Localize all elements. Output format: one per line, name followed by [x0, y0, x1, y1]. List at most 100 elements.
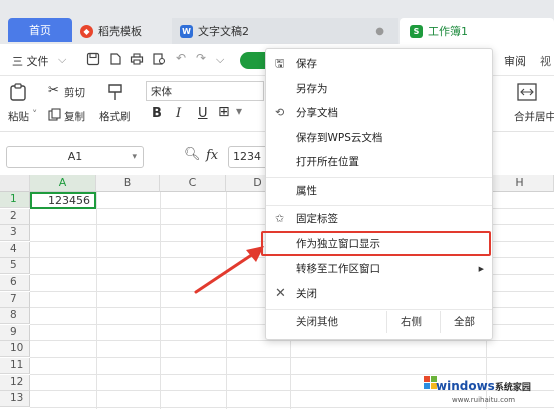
menu-item-close-label: 关闭	[296, 288, 317, 300]
close-all-button[interactable]: 全部	[454, 311, 475, 333]
cut-button[interactable]: 剪切	[64, 85, 85, 100]
row-header[interactable]: 1	[0, 192, 30, 208]
menu-item-close[interactable]: ✕ 关闭	[266, 283, 492, 305]
select-all-corner[interactable]	[0, 175, 30, 192]
column-header[interactable]: C	[160, 175, 226, 192]
menu-item-save-as[interactable]: 另存为	[266, 78, 492, 100]
format-painter-icon[interactable]	[104, 82, 126, 102]
menu-item-save-cloud-label: 保存到WPS云文档	[296, 132, 383, 144]
grid-row-line	[30, 340, 554, 342]
cell-a1[interactable]: 123456	[30, 192, 96, 209]
copy-icon[interactable]	[48, 108, 61, 121]
row-header[interactable]: 8	[0, 308, 30, 325]
merge-center-icon[interactable]	[516, 82, 538, 102]
paste-icon[interactable]	[8, 82, 28, 102]
redo-icon[interactable]: ↷	[196, 51, 206, 65]
export-pdf-icon[interactable]	[108, 52, 122, 66]
tab-daoke-template[interactable]: ◆ 稻壳模板	[74, 18, 170, 44]
row-header[interactable]: 11	[0, 358, 30, 374]
split-divider	[440, 311, 441, 333]
font-name-select[interactable]: 宋体	[146, 81, 264, 101]
row-header[interactable]: 12	[0, 374, 30, 391]
fill-color-icon[interactable]: ▾	[236, 104, 242, 118]
view-tab-partial[interactable]: 视	[540, 53, 551, 69]
split-divider	[386, 311, 387, 333]
name-box-chevron-icon[interactable]: ▾	[132, 147, 137, 167]
close-right-button[interactable]: 右侧	[401, 311, 422, 333]
menu-item-pin-tab-label: 固定标签	[296, 213, 338, 225]
share-icon: ⟲	[275, 106, 285, 119]
menu-item-properties[interactable]: 属性	[266, 180, 492, 202]
grid-col-line	[160, 192, 161, 409]
menu-item-open-location[interactable]: 打开所在位置	[266, 151, 492, 173]
print-icon[interactable]	[130, 52, 144, 66]
paste-chevron-icon[interactable]: ˅	[32, 109, 37, 121]
tab-context-menu: 🖫 保存 另存为 ⟲ 分享文档 保存到WPS云文档 打开所在位置 属性 ✩ 固定…	[265, 48, 493, 340]
watermark-suffix: 系统家园	[494, 383, 531, 393]
fx-icon[interactable]: fx	[206, 148, 218, 163]
tab-document-label: 文字文稿2	[198, 25, 249, 38]
quick-access-chevron-icon[interactable]: ⌵	[216, 53, 224, 67]
merge-center-label[interactable]: 合并居中	[514, 109, 554, 124]
grid-col-line	[226, 192, 227, 409]
row-header[interactable]: 2	[0, 208, 30, 225]
menu-item-share[interactable]: ⟲ 分享文档	[266, 102, 492, 124]
menu-item-move-to-workspace[interactable]: 转移至工作区窗口 ▶	[266, 258, 492, 280]
file-menu-chevron-icon[interactable]: ⌵	[58, 53, 66, 67]
row-header[interactable]: 10	[0, 341, 30, 358]
name-box-value: A1	[67, 150, 83, 163]
row-header[interactable]: 9	[0, 324, 30, 341]
paste-label[interactable]: 粘贴	[8, 109, 29, 124]
watermark-url: www.ruihaitu.com	[452, 396, 516, 404]
column-header[interactable]: A	[30, 175, 96, 192]
row-header[interactable]: 7	[0, 291, 30, 308]
menu-item-save[interactable]: 🖫 保存	[266, 53, 492, 75]
menu-separator	[266, 177, 492, 178]
format-painter-label[interactable]: 格式刷	[99, 109, 131, 124]
title-tab-bar: 首页 ◆ 稻壳模板 W 文字文稿2 ● S 工作簿1	[0, 0, 554, 44]
row-header[interactable]: 3	[0, 225, 30, 242]
tab-workbook[interactable]: S 工作簿1	[400, 18, 554, 44]
underline-button[interactable]: U	[198, 106, 208, 121]
menu-item-open-location-label: 打开所在位置	[296, 156, 359, 168]
menu-separator	[266, 205, 492, 206]
menu-item-pin-tab[interactable]: ✩ 固定标签	[266, 208, 492, 230]
pointer-arrow-icon	[194, 246, 264, 294]
scissors-icon[interactable]: ✂	[48, 83, 59, 98]
tab-daoke-label: 稻壳模板	[98, 25, 142, 38]
save-icon[interactable]	[86, 52, 100, 66]
row-header[interactable]: 13	[0, 391, 30, 408]
tab-home[interactable]: 首页	[8, 18, 72, 42]
undo-icon[interactable]: ↶	[176, 51, 186, 65]
watermark-brand: windows系统家园	[436, 379, 531, 393]
close-icon: ✕	[275, 286, 286, 301]
sheet-icon: S	[410, 24, 423, 38]
row-header[interactable]: 4	[0, 241, 30, 258]
cell-a1-value: 123456	[48, 194, 90, 207]
row-header[interactable]: 5	[0, 258, 30, 275]
column-header[interactable]: H	[486, 175, 554, 192]
row-header[interactable]: 6	[0, 275, 30, 291]
zoom-search-icon[interactable]: 🔍︎	[184, 147, 201, 162]
print-preview-icon[interactable]	[152, 52, 166, 66]
unsaved-dot-icon: ●	[375, 25, 384, 37]
name-box[interactable]: A1 ▾	[6, 146, 144, 168]
menu-item-save-cloud[interactable]: 保存到WPS云文档	[266, 127, 492, 149]
close-others-button[interactable]: 关闭其他	[296, 311, 338, 333]
file-menu[interactable]: 三 文件	[12, 53, 49, 69]
italic-button[interactable]: I	[176, 106, 181, 121]
menu-item-save-as-label: 另存为	[296, 83, 328, 95]
pin-icon: ✩	[275, 212, 285, 225]
font-name-value: 宋体	[151, 86, 172, 98]
save-icon: 🖫	[275, 57, 285, 70]
bold-button[interactable]: B	[152, 106, 162, 121]
tab-document[interactable]: W 文字文稿2 ●	[172, 18, 398, 44]
grid-col-line	[96, 192, 97, 409]
formula-input-value: 1234	[233, 150, 261, 163]
review-tab[interactable]: 审阅	[504, 53, 526, 69]
column-header[interactable]: B	[96, 175, 160, 192]
submenu-arrow-icon: ▶	[478, 265, 484, 273]
highlight-box	[261, 231, 491, 256]
copy-button[interactable]: 复制	[64, 109, 85, 124]
border-icon[interactable]: ⊞	[218, 104, 230, 120]
